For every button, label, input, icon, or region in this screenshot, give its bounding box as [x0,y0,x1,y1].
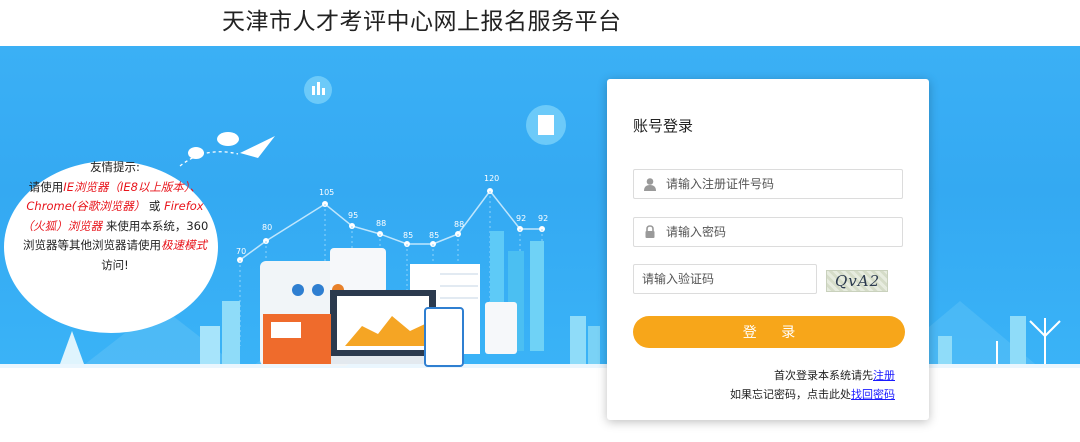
id-number-field [633,169,903,199]
forgot-password-link[interactable]: 找回密码 [851,388,895,401]
captcha-input[interactable] [642,265,812,293]
captcha-image[interactable]: QvA2 [826,270,888,292]
tip-end: 访问! [101,257,129,272]
forgot-prefix: 如果忘记密码，点击此处 [730,388,851,401]
login-title: 账号登录 [633,117,694,135]
register-prefix: 首次登录本系统请先 [774,369,873,382]
chart-label-105: 105 [319,188,334,197]
captcha-text: QvA2 [835,272,881,290]
password-field [633,217,903,247]
header: 天津市人才考评中心网上报名服务平台 [0,0,1080,46]
tip-text-use: 请使用 [28,179,64,194]
chart-label-85b: 85 [429,231,439,240]
chart-label-70: 70 [236,247,246,256]
lock-icon [645,225,655,238]
chart-label-85a: 85 [403,231,413,240]
login-panel: 账号登录 QvA2 登 录 首次登录本系统请先注册 如果忘记密码，点击此处找回密… [607,79,929,420]
tip-speed-mode: 极速模式 [161,238,207,252]
chart-label-80: 80 [262,223,272,232]
tip-or: 或 [148,199,161,213]
register-line: 首次登录本系统请先注册 [774,367,895,383]
tip-title: 友情提示: [90,160,140,174]
tip-chrome: Chrome(谷歌浏览器） [26,199,146,213]
password-input[interactable] [666,218,896,246]
id-number-input[interactable] [666,170,896,198]
chart-label-92b: 92 [538,214,548,223]
user-icon [644,178,656,191]
chart-label-92a: 92 [516,214,526,223]
tip-ie: IE浏览器（IE8以上版本）、 [63,179,202,194]
chart-label-120: 120 [484,174,499,183]
site-title: 天津市人才考评中心网上报名服务平台 [222,9,622,35]
chart-label-88a: 88 [376,219,386,228]
forgot-line: 如果忘记密码，点击此处找回密码 [730,386,895,402]
register-link[interactable]: 注册 [873,369,895,382]
chart-label-95: 95 [348,211,358,220]
login-button[interactable]: 登 录 [633,316,905,348]
captcha-field [633,264,817,294]
chart-label-88b: 88 [454,220,464,229]
browser-tip: 友情提示: 请使用IE浏览器（IE8以上版本）、Chrome(谷歌浏览器） 或 … [16,158,214,275]
